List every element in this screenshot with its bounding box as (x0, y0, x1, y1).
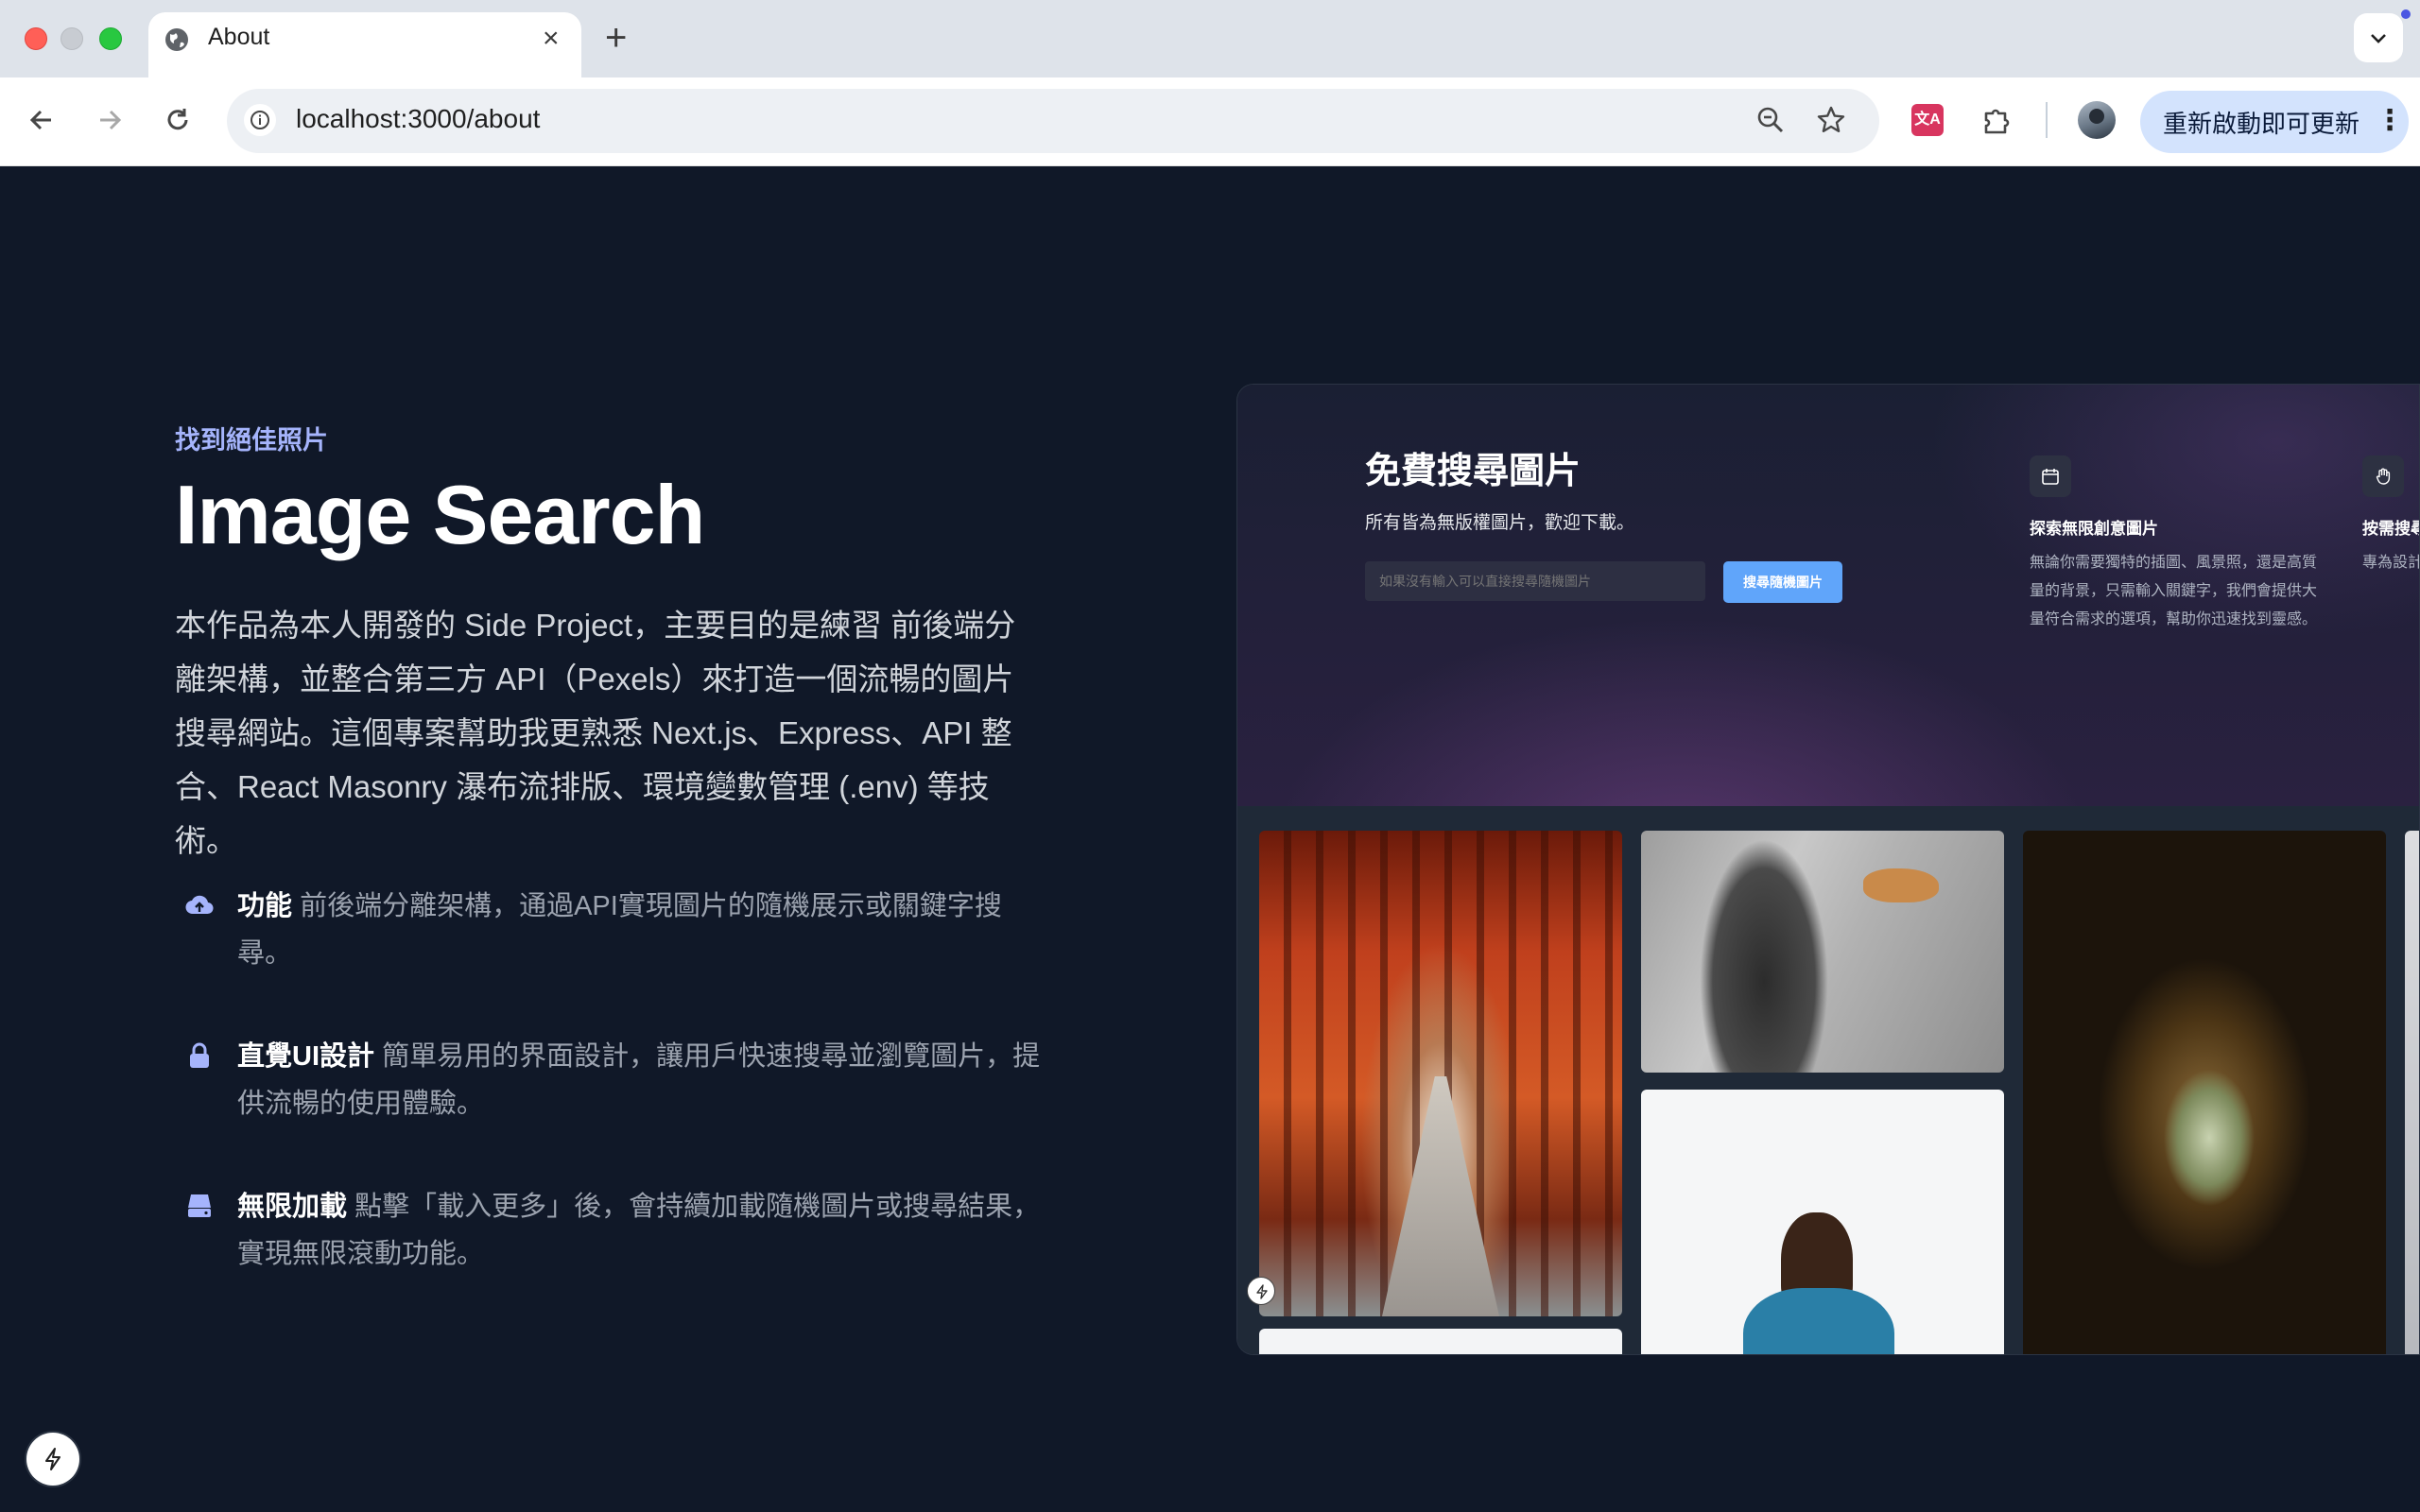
extensions-puzzle-icon[interactable] (1979, 102, 2014, 138)
mockup-feature-icon-box (2362, 455, 2404, 497)
mockup-search-button[interactable]: 搜尋隨機圖片 (1723, 561, 1842, 603)
toolbar-divider (2046, 102, 2048, 138)
app-screenshot: 免費搜尋圖片 所有皆為無版權圖片，歡迎下載。 搜尋隨機圖片 探索無限創意圖片 無… (1236, 384, 2420, 1355)
mockup-subtitle: 所有皆為無版權圖片，歡迎下載。 (1365, 513, 1635, 533)
mockup-search-input[interactable] (1365, 561, 1705, 601)
reload-icon[interactable] (159, 101, 197, 139)
mockup-feature-desc: 專為設計、適合所。 (2362, 555, 2420, 571)
more-menu-icon[interactable]: ⋮ (2376, 104, 2404, 138)
nextjs-dev-indicator[interactable] (26, 1433, 79, 1486)
gallery-photo-arched-window (2023, 831, 2386, 1354)
feature-text: 點擊「載入更多」後，會持續加載隨機圖片或搜尋結果，實現無限滾動功能。 (237, 1192, 1041, 1269)
mockup-hero: 免費搜尋圖片 所有皆為無版權圖片，歡迎下載。 搜尋隨機圖片 探索無限創意圖片 無… (1237, 385, 2420, 806)
feature-title: 無限加載 (237, 1192, 348, 1222)
minimize-window-button[interactable] (60, 27, 83, 50)
back-arrow-icon[interactable] (23, 101, 60, 139)
gallery-photo-torii-gates (1259, 831, 1622, 1316)
server-icon (188, 1194, 211, 1217)
mockup-feature-icon-box (2030, 455, 2071, 497)
new-tab-button[interactable]: + (605, 17, 627, 59)
url-text[interactable]: localhost:3000/about (296, 104, 540, 134)
hero-eyebrow: 找到絕佳照片 (175, 426, 328, 455)
notification-dot (2401, 9, 2411, 19)
mockup-masonry-gallery (1237, 806, 2419, 1354)
maximize-window-button[interactable] (99, 27, 122, 50)
feature-title: 直覺UI設計 (237, 1041, 375, 1072)
update-label: 重新啟動即可更新 (2163, 110, 2360, 138)
lightning-icon (45, 1448, 60, 1470)
gallery-photo (2405, 831, 2419, 1354)
bookmark-star-icon[interactable] (1815, 104, 1847, 136)
close-window-button[interactable] (25, 27, 47, 50)
tab-title: About (208, 24, 270, 50)
lightning-icon (1256, 1284, 1268, 1299)
mockup-feature-desc: 無論你需要獨特的插圖、風景照，還是高質量的背景，只需輸入關鍵字，我們會提供大量符… (2030, 555, 2318, 627)
mockup-nextjs-badge (1247, 1277, 1275, 1305)
calendar-icon (2042, 469, 2059, 485)
gallery-photo-shadow-and-dog (1641, 831, 2004, 1073)
tab-search-button[interactable] (2354, 13, 2403, 62)
gallery-photo (1259, 1329, 1622, 1354)
hero-description: 本作品為本人開發的 Side Project，主要目的是練習 前後端分離架構，並… (175, 608, 1016, 858)
cloud-upload-icon (185, 895, 214, 915)
site-info-button[interactable] (244, 104, 276, 136)
mockup-feature-title: 按需搜尋 (2362, 520, 2419, 538)
mockup-title: 免費搜尋圖片 (1365, 452, 1582, 491)
tab-close-icon[interactable]: × (543, 21, 560, 57)
translate-extension-icon[interactable]: 文A (1911, 104, 1944, 136)
chevron-down-icon (2371, 34, 2386, 43)
info-icon (251, 111, 269, 129)
feature-text: 前後端分離架構，通過API實現圖片的隨機展示或關鍵字搜尋。 (237, 891, 1002, 969)
lock-icon (190, 1042, 209, 1068)
zoom-out-icon[interactable] (1754, 104, 1787, 136)
profile-avatar[interactable] (2078, 101, 2116, 139)
feature-title: 功能 (237, 891, 293, 921)
globe-icon (165, 28, 188, 51)
gallery-photo-person (1641, 1090, 2004, 1354)
hand-icon (2376, 468, 2391, 485)
forward-arrow-icon[interactable] (91, 101, 129, 139)
mockup-feature-title: 探索無限創意圖片 (2030, 520, 2158, 538)
page-title: Image Search (175, 468, 705, 561)
